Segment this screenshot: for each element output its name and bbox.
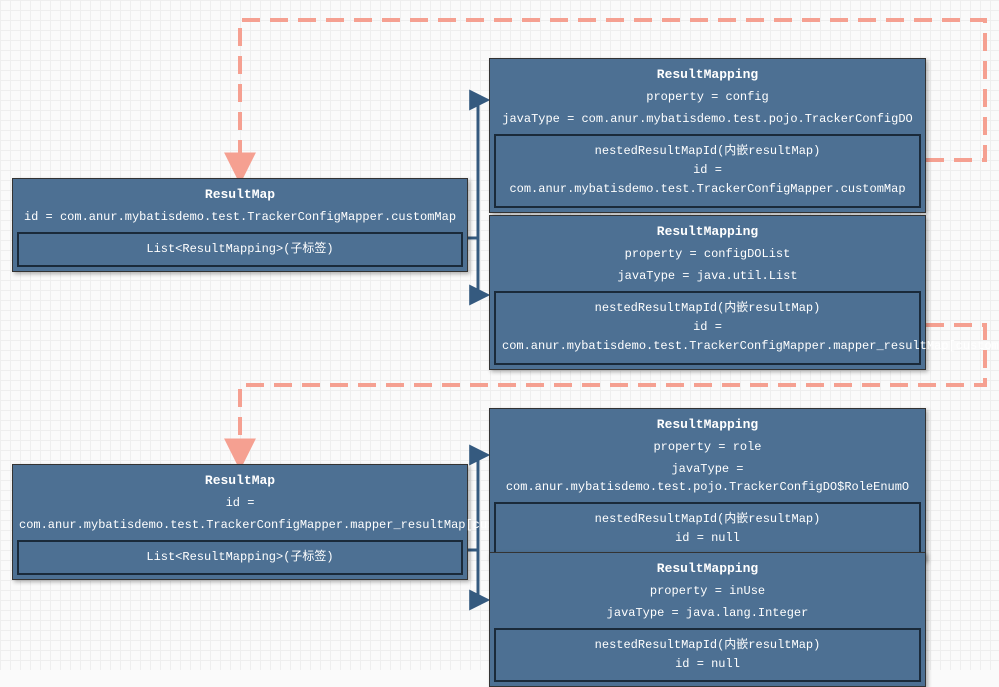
resultmapping-2: ResultMapping property = configDOList ja…	[489, 215, 926, 370]
resultmapping-2-prop: property = configDOList	[490, 243, 925, 265]
resultmap-1-id: id = com.anur.mybatisdemo.test.TrackerCo…	[13, 206, 467, 228]
resultmap-2-id1: id =	[13, 492, 467, 514]
resultmapping-2-nested: nestedResultMapId(内嵌resultMap) id = com.…	[494, 291, 921, 365]
resultmapping-2-title: ResultMapping	[490, 216, 925, 243]
resultmap-2: ResultMap id = com.anur.mybatisdemo.test…	[12, 464, 468, 580]
resultmap-2-sub: List<ResultMapping>(子标签)	[17, 540, 463, 575]
resultmapping-3-java: javaType = com.anur.mybatisdemo.test.poj…	[490, 458, 925, 498]
resultmapping-3: ResultMapping property = role javaType =…	[489, 408, 926, 561]
resultmapping-1-nest1: nestedResultMapId(内嵌resultMap)	[502, 142, 913, 161]
resultmapping-2-nest1: nestedResultMapId(内嵌resultMap)	[502, 299, 913, 318]
resultmapping-4-nest2: id = null	[502, 655, 913, 674]
resultmapping-2-nest3: com.anur.mybatisdemo.test.TrackerConfigM…	[502, 337, 913, 356]
resultmapping-1-prop: property = config	[490, 86, 925, 108]
resultmapping-1: ResultMapping property = config javaType…	[489, 58, 926, 213]
resultmapping-1-java: javaType = com.anur.mybatisdemo.test.poj…	[490, 108, 925, 130]
resultmapping-2-nest2: id =	[502, 318, 913, 337]
resultmapping-1-nested: nestedResultMapId(内嵌resultMap) id = com.…	[494, 134, 921, 208]
diagram-canvas: ResultMap id = com.anur.mybatisdemo.test…	[0, 0, 999, 670]
resultmapping-1-title: ResultMapping	[490, 59, 925, 86]
resultmapping-4-nested: nestedResultMapId(内嵌resultMap) id = null	[494, 628, 921, 682]
resultmap-2-id2: com.anur.mybatisdemo.test.TrackerConfigM…	[13, 514, 467, 536]
resultmapping-3-nest2: id = null	[502, 529, 913, 548]
resultmapping-4: ResultMapping property = inUse javaType …	[489, 552, 926, 687]
resultmapping-2-java: javaType = java.util.List	[490, 265, 925, 287]
resultmapping-4-title: ResultMapping	[490, 553, 925, 580]
resultmapping-1-nest2: id = com.anur.mybatisdemo.test.TrackerCo…	[502, 161, 913, 199]
resultmapping-3-nest1: nestedResultMapId(内嵌resultMap)	[502, 510, 913, 529]
resultmapping-3-prop: property = role	[490, 436, 925, 458]
resultmapping-3-title: ResultMapping	[490, 409, 925, 436]
resultmap-1-title: ResultMap	[13, 179, 467, 206]
resultmapping-4-java: javaType = java.lang.Integer	[490, 602, 925, 624]
resultmapping-4-nest1: nestedResultMapId(内嵌resultMap)	[502, 636, 913, 655]
resultmap-2-title: ResultMap	[13, 465, 467, 492]
resultmap-1-sub: List<ResultMapping>(子标签)	[17, 232, 463, 267]
resultmapping-3-nested: nestedResultMapId(内嵌resultMap) id = null	[494, 502, 921, 556]
resultmap-1: ResultMap id = com.anur.mybatisdemo.test…	[12, 178, 468, 272]
resultmapping-4-prop: property = inUse	[490, 580, 925, 602]
